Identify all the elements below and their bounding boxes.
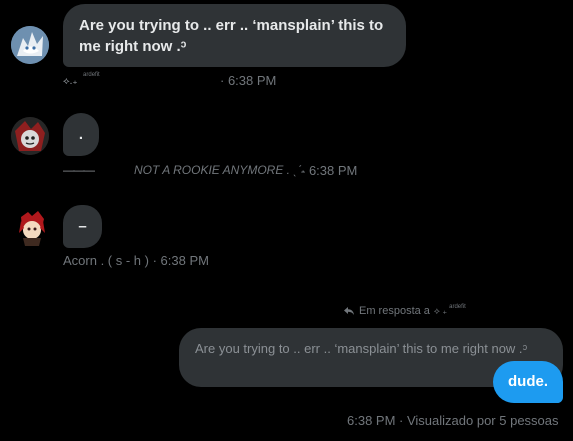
reply-arrow-icon	[343, 306, 355, 316]
message-meta-3: Acorn . ( s - h ) · 6:38 PM	[63, 253, 209, 268]
message-time-1: · 6:38 PM	[220, 73, 277, 88]
avatar-art	[19, 211, 45, 246]
sent-message-meta: 6:38 PM · Visualizado por 5 pessoas	[347, 413, 559, 428]
reply-target-sup: ardefit	[449, 304, 466, 310]
message-text: –	[78, 218, 87, 235]
message-bubble-2[interactable]: .	[63, 113, 99, 156]
quoted-message-text: Are you trying to .. err .. ‘mansplain’ …	[195, 341, 528, 356]
reply-context[interactable]: Em resposta a ⟡ ₊ ardefit	[343, 304, 466, 317]
message-bubble-1[interactable]: Are you trying to .. err .. ‘mansplain’ …	[63, 4, 406, 67]
message-meta-2: ———	[63, 163, 95, 177]
seen-status: · Visualizado por 5 pessoas	[399, 413, 559, 428]
avatar-art	[11, 26, 49, 64]
reply-label: Em resposta a	[359, 305, 430, 317]
message-meta-1: ⟡.₊ ardefit	[63, 72, 100, 87]
sent-message-time: 6:38 PM	[347, 413, 396, 428]
sent-message-text: dude.	[508, 373, 548, 390]
sent-message-bubble[interactable]: dude.	[493, 361, 563, 403]
sender-name-prefix: ———	[63, 163, 95, 177]
sender-name-2: NOT A ROOKIE ANYMORE . ˎˊ˗	[134, 163, 306, 177]
message-time-2: · 6:38 PM	[301, 163, 358, 178]
sender-name-sup: ardefit	[83, 72, 100, 78]
message-bubble-3[interactable]: –	[63, 205, 102, 248]
reply-target-prefix: ⟡ ₊	[433, 305, 448, 316]
message-text: .	[78, 126, 84, 143]
avatar-white-character[interactable]	[11, 26, 49, 64]
message-time-3: · 6:38 PM	[152, 253, 209, 268]
avatar-art	[11, 117, 49, 155]
sender-name-3: Acorn . ( s - h )	[63, 253, 149, 268]
sender-name-prefix: ⟡.₊	[63, 76, 78, 87]
message-text: Are you trying to .. err .. ‘mansplain’ …	[79, 17, 384, 55]
avatar-red-hair-character[interactable]	[17, 211, 47, 246]
avatar-red-black-character[interactable]	[11, 117, 49, 155]
